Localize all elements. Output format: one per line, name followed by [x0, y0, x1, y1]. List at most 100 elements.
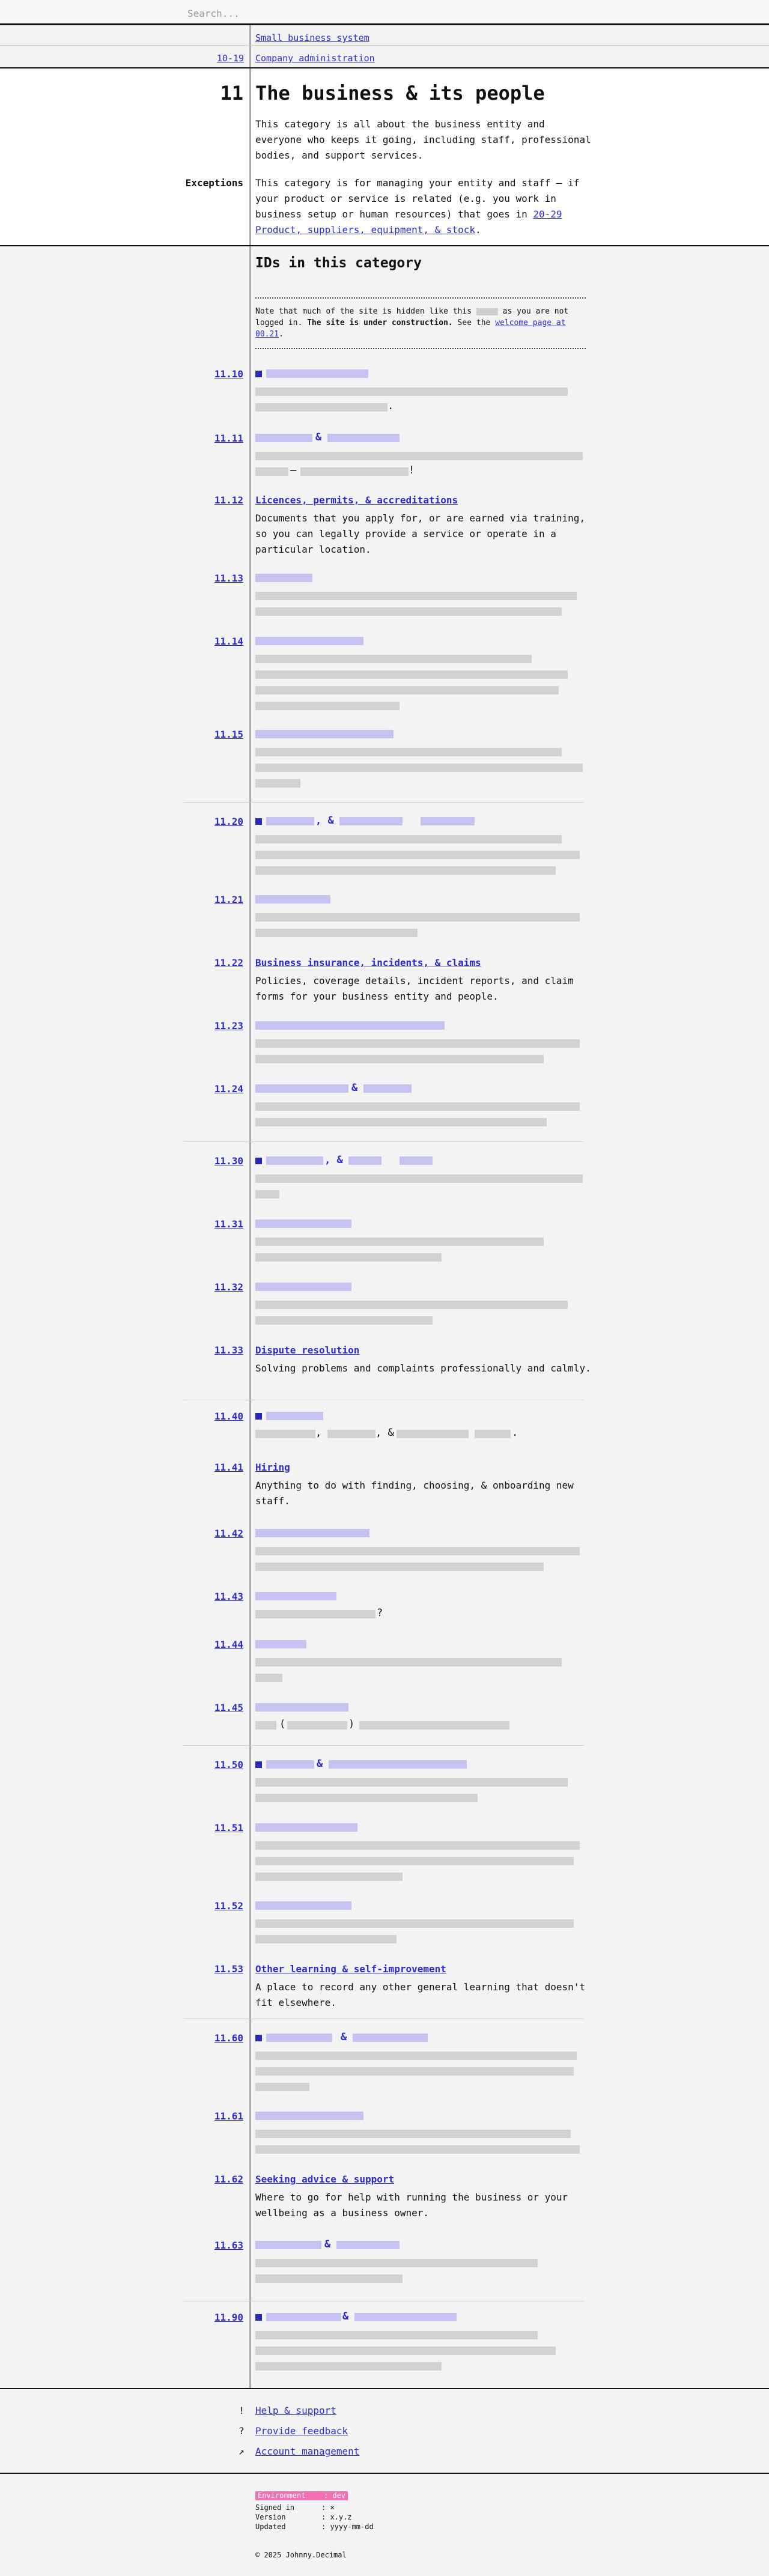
- category-description: This category is all about the business …: [255, 118, 591, 161]
- id-number-11-41[interactable]: 11.41: [180, 1460, 243, 1475]
- redacted-title[interactable]: [255, 2241, 321, 2249]
- redacted-title[interactable]: [255, 1640, 306, 1648]
- redacted-title[interactable]: [421, 817, 475, 825]
- redacted-text: [255, 2130, 571, 2138]
- redacted-title[interactable]: [255, 1592, 336, 1600]
- id-number-11-31[interactable]: 11.31: [180, 1217, 243, 1232]
- fragment: &: [324, 2238, 331, 2250]
- fragment: ): [348, 1718, 355, 1730]
- account-management-link[interactable]: Account management: [255, 2444, 359, 2459]
- id-number-11-11[interactable]: 11.11: [180, 431, 243, 446]
- redacted-title[interactable]: [266, 2034, 332, 2042]
- redacted-title[interactable]: [354, 2313, 457, 2321]
- redacted-title[interactable]: [266, 369, 368, 378]
- redacted-text: [255, 1301, 568, 1309]
- provide-feedback-link[interactable]: Provide feedback: [255, 2423, 348, 2439]
- redacted-text: [255, 929, 418, 937]
- id-number-11-12[interactable]: 11.12: [180, 493, 243, 508]
- id-number-11-52[interactable]: 11.52: [180, 1898, 243, 1914]
- id-description-11-41: Anything to do with finding, choosing, &…: [255, 1480, 574, 1507]
- id-number-11-51[interactable]: 11.51: [180, 1820, 243, 1836]
- help-support-link[interactable]: Help & support: [255, 2403, 336, 2419]
- redacted-title[interactable]: [255, 1703, 348, 1712]
- redacted-title[interactable]: [255, 1021, 445, 1030]
- redacted-title[interactable]: [255, 434, 312, 442]
- id-number-11-22[interactable]: 11.22: [180, 955, 243, 971]
- redacted-text: [359, 1721, 509, 1730]
- id-number-11-62[interactable]: 11.62: [180, 2172, 243, 2187]
- id-description-11-12: Documents that you apply for, or are ear…: [255, 512, 586, 555]
- id-title-11-53[interactable]: Other learning & self-improvement: [255, 1961, 446, 1977]
- redacted-title[interactable]: [329, 1760, 467, 1769]
- breadcrumb-area[interactable]: Company administration: [255, 50, 375, 66]
- redacted-title[interactable]: [339, 817, 403, 825]
- id-number-11-10[interactable]: 11.10: [180, 366, 243, 382]
- id-number-11-30[interactable]: 11.30: [180, 1153, 243, 1169]
- id-title-11-62[interactable]: Seeking advice & support: [255, 2172, 394, 2187]
- redacted-text: [255, 2145, 580, 2154]
- group-separator: [183, 1141, 584, 1142]
- redacted-text: [255, 1118, 547, 1126]
- search-input[interactable]: [186, 5, 609, 22]
- redacted-title[interactable]: [327, 434, 400, 442]
- id-number-11-20[interactable]: 11.20: [180, 814, 243, 830]
- redacted-title[interactable]: [400, 1156, 433, 1165]
- redacted-text: [255, 452, 583, 460]
- redacted-title[interactable]: [255, 1283, 351, 1291]
- redacted-title[interactable]: [255, 2112, 363, 2120]
- id-number-11-44[interactable]: 11.44: [180, 1637, 243, 1653]
- redacted-title[interactable]: [363, 1084, 412, 1093]
- id-number-11-24[interactable]: 11.24: [180, 1081, 243, 1097]
- id-number-11-13[interactable]: 11.13: [180, 571, 243, 586]
- id-title-11-33[interactable]: Dispute resolution: [255, 1343, 359, 1358]
- id-description-11-53: A place to record any other general lear…: [255, 1981, 586, 2008]
- redacted-text: [255, 1610, 375, 1618]
- id-title-11-41[interactable]: Hiring: [255, 1460, 290, 1475]
- id-number-11-50[interactable]: 11.50: [180, 1757, 243, 1773]
- login-notice: Note that much of the site is hidden lik…: [255, 297, 586, 349]
- header-square-icon: [255, 2314, 262, 2321]
- id-number-11-45[interactable]: 11.45: [180, 1700, 243, 1716]
- redacted-title[interactable]: [266, 1412, 323, 1420]
- id-number-11-23[interactable]: 11.23: [180, 1018, 243, 1034]
- redacted-title[interactable]: [266, 2313, 341, 2321]
- redacted-title[interactable]: [255, 1220, 351, 1228]
- breadcrumb-system[interactable]: Small business system: [255, 30, 369, 46]
- redacted-title[interactable]: [255, 1901, 351, 1910]
- redacted-text: [255, 913, 580, 922]
- id-number-11-63[interactable]: 11.63: [180, 2238, 243, 2253]
- id-number-11-42[interactable]: 11.42: [180, 1526, 243, 1542]
- redacted-title[interactable]: [266, 1760, 314, 1769]
- id-number-11-32[interactable]: 11.32: [180, 1280, 243, 1295]
- id-number-11-53[interactable]: 11.53: [180, 1961, 243, 1977]
- id-title-11-22[interactable]: Business insurance, incidents, & claims: [255, 955, 481, 971]
- redacted-text: [255, 1674, 282, 1682]
- exceptions-label: Exceptions: [185, 177, 243, 189]
- redacted-title[interactable]: [348, 1156, 381, 1165]
- redacted-title[interactable]: [255, 1529, 369, 1537]
- id-number-11-15[interactable]: 11.15: [180, 727, 243, 743]
- redacted-title[interactable]: [255, 730, 394, 738]
- id-number-11-43[interactable]: 11.43: [180, 1589, 243, 1605]
- redacted-title[interactable]: [336, 2241, 400, 2249]
- redacted-title[interactable]: [255, 895, 330, 904]
- id-number-11-14[interactable]: 11.14: [180, 634, 243, 649]
- id-number-11-21[interactable]: 11.21: [180, 892, 243, 908]
- id-number-11-61[interactable]: 11.61: [180, 2109, 243, 2124]
- redacted-title[interactable]: [353, 2034, 428, 2042]
- redacted-text: [255, 2274, 403, 2283]
- redacted-title[interactable]: [266, 1156, 323, 1165]
- id-number-11-90[interactable]: 11.90: [180, 2310, 243, 2325]
- header-square-icon: [255, 371, 262, 377]
- id-number-11-33[interactable]: 11.33: [180, 1343, 243, 1358]
- redacted-title[interactable]: [255, 1084, 348, 1093]
- breadcrumb-area-number[interactable]: 10-19: [0, 50, 244, 66]
- id-title-11-12[interactable]: Licences, permits, & accreditations: [255, 493, 458, 508]
- redacted-title[interactable]: [255, 1823, 357, 1832]
- id-number-11-60[interactable]: 11.60: [180, 2031, 243, 2046]
- id-number-11-40[interactable]: 11.40: [180, 1409, 243, 1424]
- redacted-title[interactable]: [255, 637, 363, 645]
- redacted-title[interactable]: [255, 574, 312, 582]
- redacted-text: [255, 655, 532, 663]
- redacted-title[interactable]: [266, 817, 314, 825]
